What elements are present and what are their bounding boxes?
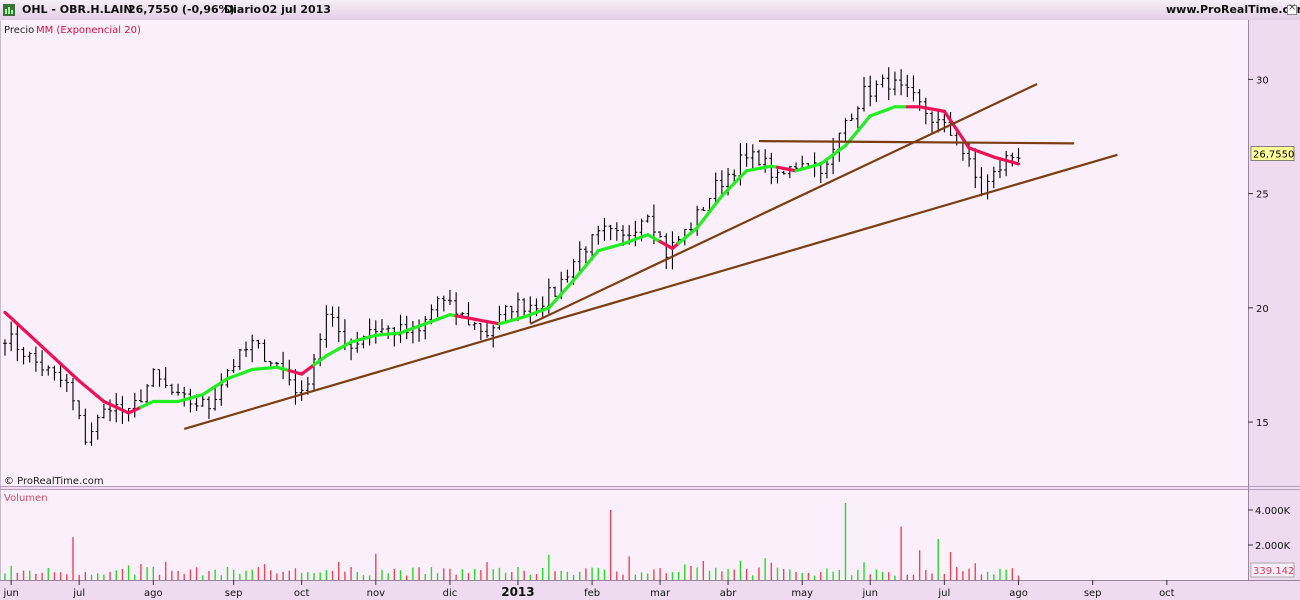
- y-tick-label: 15: [1256, 418, 1269, 429]
- x-tick-label: jul: [72, 588, 85, 599]
- volume-label: Volumen: [4, 493, 48, 504]
- price-volume-chart: Precio MM (Exponencial 20) © ProRealTime…: [0, 20, 1300, 599]
- price-panel: [0, 20, 1248, 486]
- x-tick-label: jul: [937, 588, 950, 599]
- last-volume-value: 339.142: [1253, 566, 1294, 577]
- x-tick-label: ago: [1009, 588, 1028, 599]
- x-tick-label: mar: [650, 588, 671, 599]
- volume-tick-label: 2.000K: [1255, 541, 1291, 552]
- x-tick-label: jun: [861, 588, 877, 599]
- x-tick-label: sep: [225, 588, 243, 599]
- x-tick-label: oct: [294, 588, 310, 599]
- precio-label: Precio: [4, 25, 34, 36]
- last-price-box: 26,7550: [1250, 146, 1295, 161]
- x-tick-label: jun: [2, 588, 18, 599]
- x-tick-label: 2013: [501, 585, 534, 599]
- volume-tick-label: 4.000K: [1255, 506, 1291, 517]
- copyright-label: © ProRealTime.com: [4, 476, 104, 487]
- x-tick-label: dic: [443, 588, 458, 599]
- y-tick-label: 20: [1256, 304, 1269, 315]
- x-tick-label: abr: [720, 588, 737, 599]
- x-tick-label: ago: [144, 588, 163, 599]
- volume-panel: [0, 489, 1248, 580]
- moving-average-segment: [1010, 160, 1021, 166]
- x-tick-label: sep: [1084, 588, 1102, 599]
- y-tick-label: 30: [1256, 75, 1269, 86]
- last-volume-box: 339.142: [1250, 562, 1295, 578]
- price-axis-area: [1248, 20, 1300, 486]
- last-price-value: 26,7550: [1253, 150, 1294, 161]
- x-tick-label: may: [791, 588, 813, 599]
- x-tick-label: oct: [1159, 588, 1175, 599]
- x-tick-label: feb: [584, 588, 600, 599]
- x-tick-label: nov: [367, 588, 385, 599]
- x-axis-ticks: jun jul ago sep oct nov dic 2013 feb mar abr may jun…: [2, 580, 1175, 599]
- y-tick-label: 25: [1256, 190, 1269, 201]
- ma-legend-label: MM (Exponencial 20): [36, 25, 141, 36]
